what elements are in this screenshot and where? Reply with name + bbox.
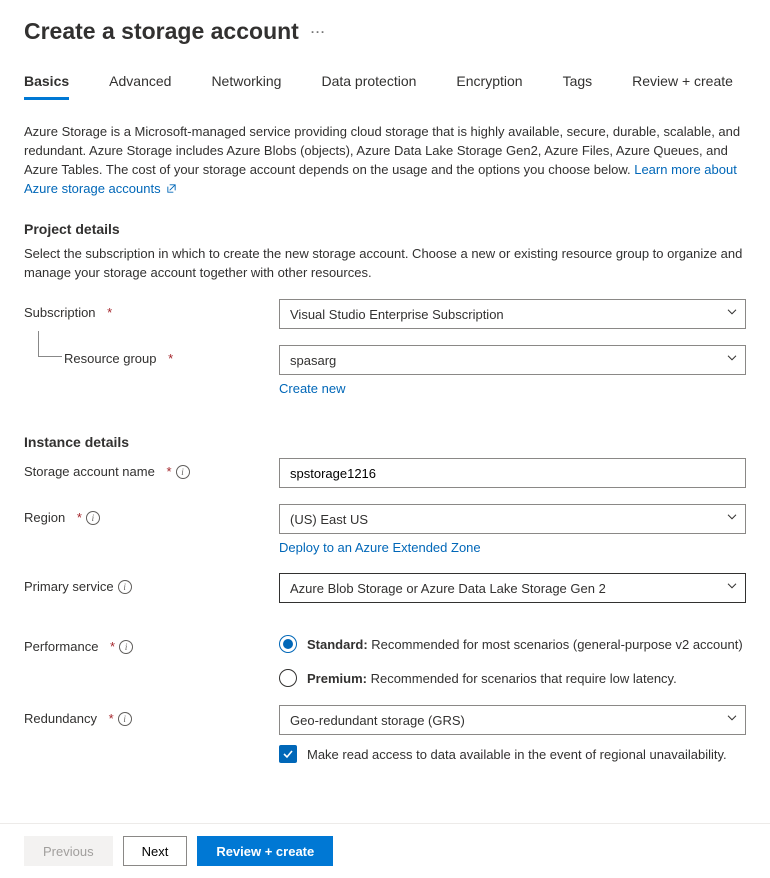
performance-premium-label: Premium: Recommended for scenarios that … (307, 671, 677, 686)
tab-basics[interactable]: Basics (24, 73, 69, 99)
region-select[interactable]: (US) East US (279, 504, 746, 534)
performance-standard-label: Standard: Recommended for most scenarios… (307, 637, 743, 652)
project-details-heading: Project details (24, 221, 746, 237)
page-title: Create a storage account (24, 18, 299, 45)
intro-body: Azure Storage is a Microsoft-managed ser… (24, 124, 740, 177)
tree-line-icon (38, 331, 62, 357)
check-icon (282, 748, 294, 760)
review-create-button[interactable]: Review + create (197, 836, 333, 866)
resource-group-label: Resource group * (24, 345, 279, 366)
instance-details-heading: Instance details (24, 434, 746, 450)
info-icon[interactable]: i (118, 580, 132, 594)
performance-premium-radio[interactable] (279, 669, 297, 687)
primary-service-label: Primary service i (24, 573, 279, 594)
performance-standard-radio[interactable] (279, 635, 297, 653)
create-new-link[interactable]: Create new (279, 381, 345, 396)
read-access-label: Make read access to data available in th… (307, 747, 727, 762)
info-icon[interactable]: i (118, 712, 132, 726)
tab-review-create[interactable]: Review + create (632, 73, 733, 99)
more-icon[interactable]: ··· (311, 25, 326, 39)
info-icon[interactable]: i (176, 465, 190, 479)
deploy-extended-zone-link[interactable]: Deploy to an Azure Extended Zone (279, 540, 481, 555)
tab-encryption[interactable]: Encryption (456, 73, 522, 99)
info-icon[interactable]: i (86, 511, 100, 525)
storage-account-name-label: Storage account name * i (24, 458, 279, 479)
tab-bar: Basics Advanced Networking Data protecti… (24, 73, 746, 99)
storage-account-name-input[interactable] (279, 458, 746, 488)
info-icon[interactable]: i (119, 640, 133, 654)
previous-button: Previous (24, 836, 113, 866)
next-button[interactable]: Next (123, 836, 188, 866)
primary-service-select[interactable]: Azure Blob Storage or Azure Data Lake St… (279, 573, 746, 603)
footer-bar: Previous Next Review + create (0, 823, 770, 878)
subscription-label: Subscription * (24, 299, 279, 320)
redundancy-label: Redundancy * i (24, 705, 279, 726)
read-access-checkbox[interactable] (279, 745, 297, 763)
tab-networking[interactable]: Networking (211, 73, 281, 99)
intro-text: Azure Storage is a Microsoft-managed ser… (24, 123, 746, 199)
tab-tags[interactable]: Tags (563, 73, 593, 99)
project-details-desc: Select the subscription in which to crea… (24, 245, 746, 283)
external-link-icon (166, 181, 177, 200)
performance-label: Performance * i (24, 633, 279, 654)
redundancy-select[interactable]: Geo-redundant storage (GRS) (279, 705, 746, 735)
subscription-select[interactable]: Visual Studio Enterprise Subscription (279, 299, 746, 329)
resource-group-select[interactable]: spasarg (279, 345, 746, 375)
tab-data-protection[interactable]: Data protection (321, 73, 416, 99)
tab-advanced[interactable]: Advanced (109, 73, 171, 99)
region-label: Region * i (24, 504, 279, 525)
